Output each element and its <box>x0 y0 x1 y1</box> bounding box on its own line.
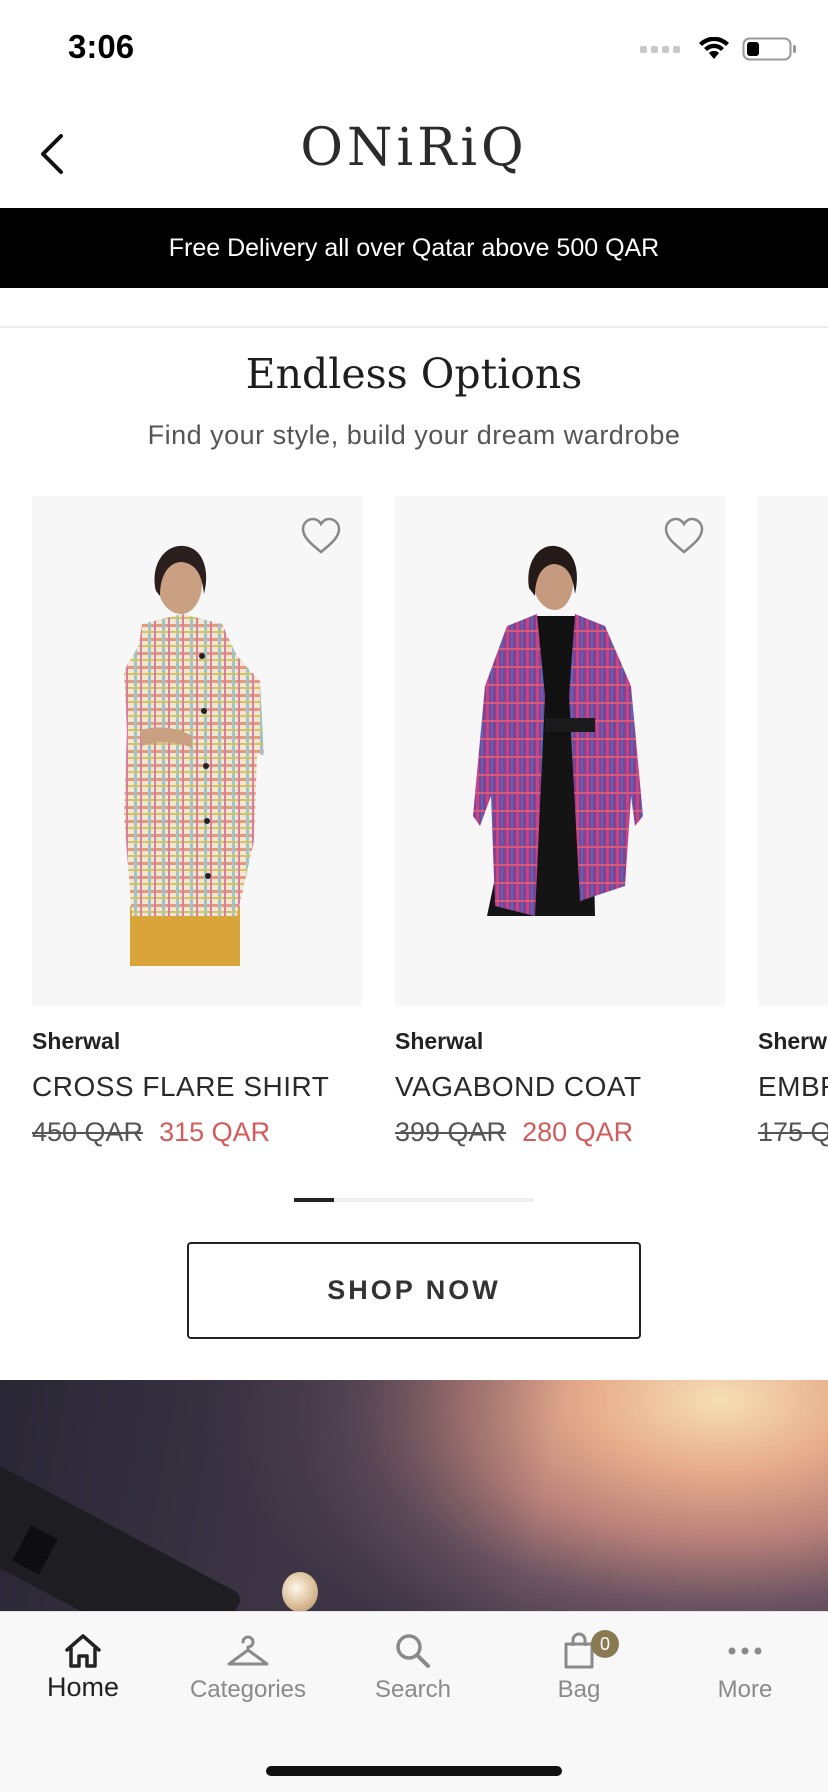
jewelry-image <box>282 1572 318 1612</box>
wifi-icon <box>699 37 729 59</box>
product-name[interactable]: VAGABOND COAT <box>395 1071 725 1103</box>
original-price: 399 QAR <box>395 1117 507 1147</box>
wishlist-heart-icon[interactable] <box>300 516 342 556</box>
search-icon <box>396 1634 430 1668</box>
product-name[interactable]: EMBR <box>758 1071 828 1103</box>
original-price: 175 Q <box>758 1117 828 1147</box>
tab-label: Home <box>46 1672 120 1702</box>
product-brand: Sherwal <box>395 1028 484 1054</box>
sale-price: 280 QAR <box>522 1117 634 1147</box>
product-brand: Sherwal <box>32 1028 121 1054</box>
carousel-scroll-thumb <box>294 1198 334 1202</box>
app-header: ONiRiQ <box>0 100 828 208</box>
original-price: 450 QAR <box>32 1117 144 1147</box>
signal-icon <box>640 45 680 53</box>
product-prices: 450 QAR 315 QAR <box>32 1117 362 1148</box>
divider <box>0 326 828 328</box>
product-carousel[interactable]: Sherwal CROSS FLARE SHIRT 450 QAR 315 QAR <box>0 496 828 1156</box>
carousel-scroll-indicator <box>294 1198 534 1202</box>
product-prices: 175 Q <box>758 1117 828 1148</box>
product-name[interactable]: CROSS FLARE SHIRT <box>32 1071 362 1103</box>
product-card[interactable]: Sherwal CROSS FLARE SHIRT 450 QAR 315 QAR <box>32 496 362 1148</box>
product-card[interactable]: Sherwal VAGABOND COAT 399 QAR 280 QAR <box>395 496 725 1148</box>
status-time: 3:06 <box>68 28 135 65</box>
tab-label: Bag <box>557 1676 601 1703</box>
product-image[interactable] <box>758 496 828 1006</box>
product-image[interactable] <box>32 496 362 1006</box>
tab-label: Search <box>374 1676 452 1703</box>
tab-bag[interactable]: 0 Bag <box>496 1630 662 1704</box>
product-photo-shirt <box>124 545 264 966</box>
tab-home[interactable]: Home <box>0 1632 166 1703</box>
sale-price: 315 QAR <box>159 1117 271 1147</box>
product-image[interactable] <box>395 496 725 1006</box>
hanger-icon <box>227 1635 269 1666</box>
bag-count-badge: 0 <box>591 1630 619 1658</box>
battery-icon <box>742 37 796 61</box>
shop-now-button[interactable]: SHOP NOW <box>187 1242 641 1339</box>
section-subtitle: Find your style, build your dream wardro… <box>147 420 681 450</box>
product-card[interactable]: Sherw EMBR 175 Q <box>758 496 828 1148</box>
bottom-tab-bar: Home Categories Search 0 Bag More <box>0 1611 828 1792</box>
tab-search[interactable]: Search <box>330 1632 496 1704</box>
product-photo-coat <box>473 545 643 916</box>
home-icon <box>65 1634 101 1668</box>
status-bar: 3:06 <box>0 0 828 100</box>
promo-image-banner[interactable] <box>0 1380 828 1612</box>
promo-banner: Free Delivery all over Qatar above 500 Q… <box>0 208 828 288</box>
section-title: Endless Options <box>245 350 583 398</box>
brand-logo[interactable]: ONiRiQ <box>0 118 828 178</box>
tab-categories[interactable]: Categories <box>165 1632 331 1704</box>
status-icons <box>640 36 798 62</box>
more-dots-icon <box>728 1647 762 1655</box>
tab-more[interactable]: More <box>662 1632 828 1704</box>
tab-label: Categories <box>189 1676 307 1703</box>
product-prices: 399 QAR 280 QAR <box>395 1117 725 1148</box>
home-indicator[interactable] <box>266 1766 562 1776</box>
tab-label: More <box>717 1676 773 1703</box>
wishlist-heart-icon[interactable] <box>663 516 705 556</box>
product-brand: Sherw <box>758 1028 828 1054</box>
